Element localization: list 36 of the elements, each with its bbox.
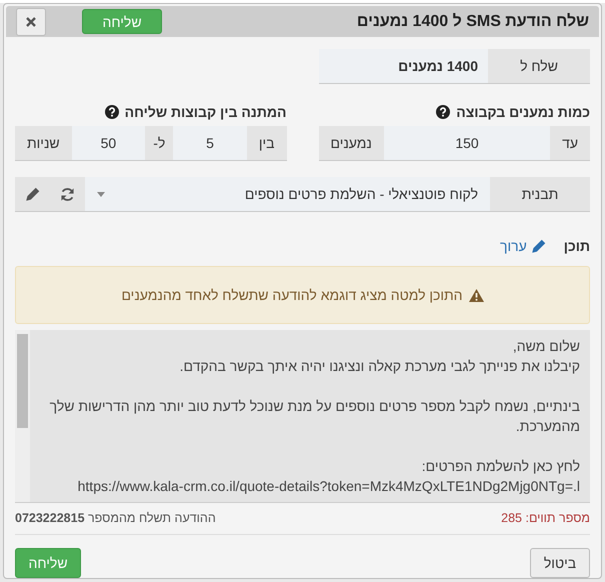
input-suffix: שניות — [15, 126, 72, 160]
input-suffix: נמענים — [318, 126, 384, 160]
pencil-icon — [25, 186, 40, 202]
recipients-field: 1400 נמענים — [319, 49, 488, 83]
message-paragraph: בינתיים, נשמח לקבל מספר פרטים נוספים על מנת שנוכל לדעת טוב יותר מהן הדרישות שלך מהמערכת. — [48, 397, 580, 436]
refresh-button[interactable] — [50, 177, 85, 211]
pencil-icon — [530, 238, 546, 254]
input-prefix: בין — [246, 126, 286, 160]
message-paragraph: לחץ כאן להשלמת הפרטים: https://www.kala-crm.co.il/quote-details?token=Mzk4MzQxLTE1NDg2Mjg0NTg=.l — [76, 457, 580, 496]
edit-link[interactable]: ערוך — [500, 238, 546, 254]
edit-button[interactable] — [15, 177, 50, 211]
field-label: שלח ל — [488, 49, 590, 83]
delay-from-field[interactable]: 5 — [173, 126, 247, 160]
refresh-icon — [60, 186, 75, 202]
group-size-field[interactable]: 150 — [384, 126, 550, 160]
template-select[interactable]: לקוח פוטנציאלי - השלמת פרטים נוספים — [85, 177, 490, 211]
input-separator: ל- — [145, 126, 174, 160]
field-label: כמות נמענים בקבוצה — [456, 104, 590, 120]
close-icon — [26, 16, 36, 26]
character-count: מספר תווים: 285 — [501, 511, 590, 525]
warning-icon — [468, 288, 484, 302]
help-icon — [104, 105, 119, 119]
delay-to-field[interactable]: 50 — [72, 126, 146, 160]
close-button[interactable] — [16, 8, 46, 36]
field-label: המתנה בין קבוצות שליחה — [124, 104, 286, 120]
dialog-title: שלח הודעת SMS ל 1400 נמענים — [356, 12, 589, 30]
alert-text: התוכן למטה מציג דוגמא להודעה שתשלח לאחד מהנמענים — [121, 287, 463, 303]
caret-icon — [97, 192, 105, 196]
content-label: תוכן — [564, 238, 590, 254]
message-field[interactable] — [15, 330, 590, 503]
cancel-button[interactable]: ביטול — [530, 548, 590, 578]
field-label: תבנית — [490, 177, 590, 211]
scrollbar[interactable] — [15, 330, 30, 502]
help-icon — [436, 105, 450, 119]
input-prefix: עד — [550, 126, 590, 160]
message-paragraph: שלום משה, קיבלנו את פנייתך לגבי מערכת קאלה ונציגנו יהיה איתך בקשר בהקדם. — [178, 337, 580, 376]
